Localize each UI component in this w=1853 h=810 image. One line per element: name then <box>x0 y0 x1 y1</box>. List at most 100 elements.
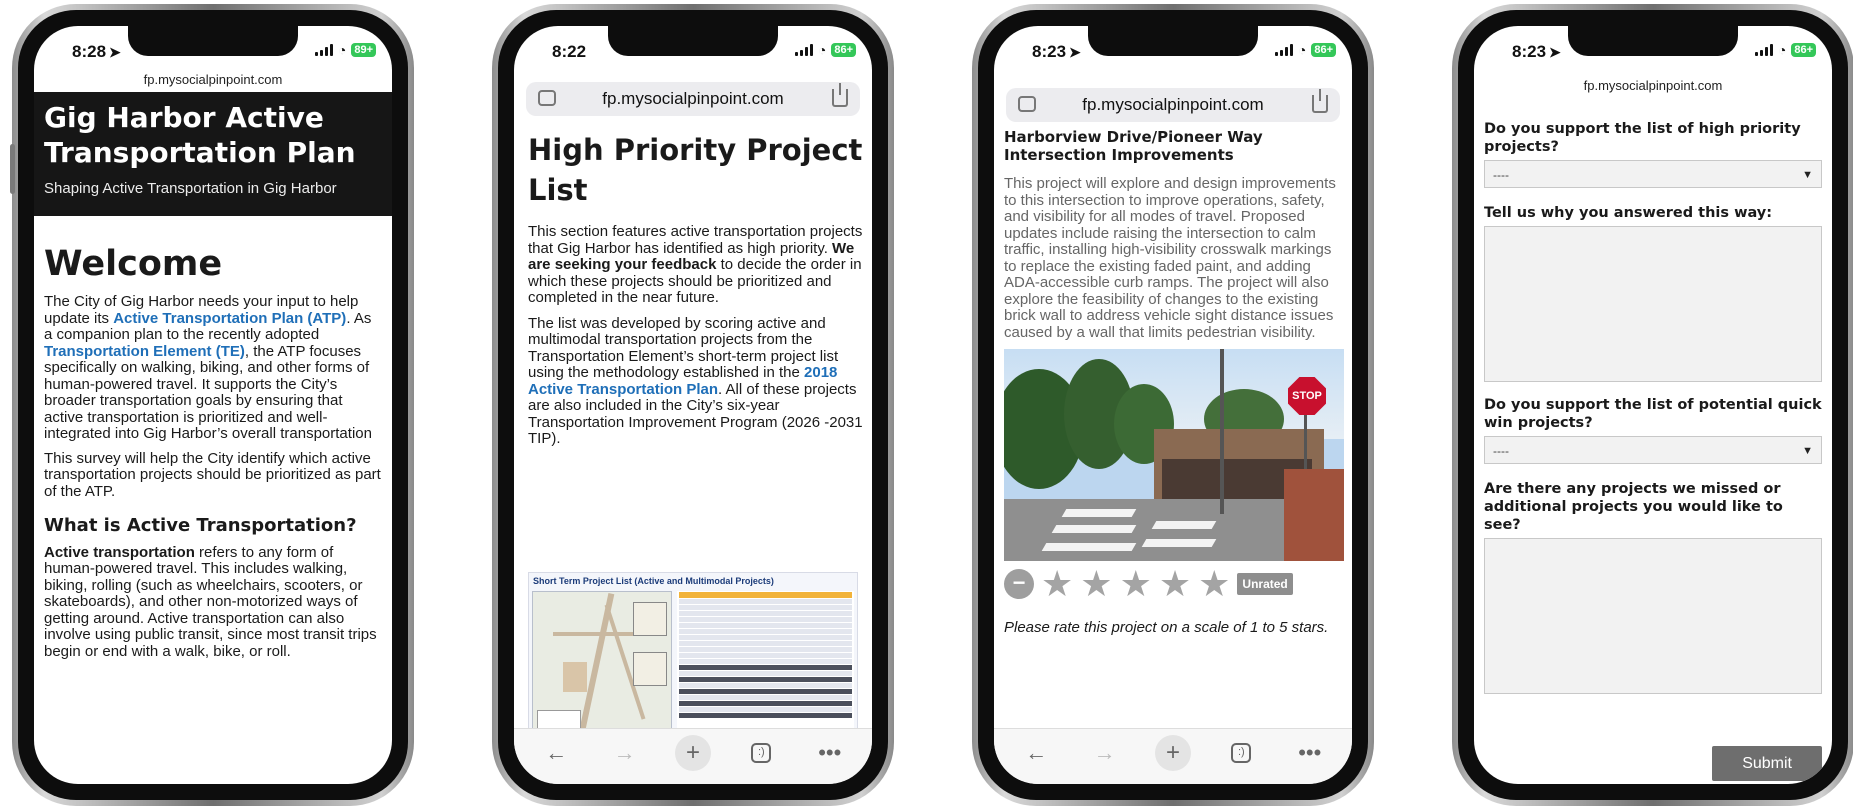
status-icons: ◔ 86+ <box>1754 42 1816 58</box>
status-icons: ◔ 86+ <box>1274 43 1336 57</box>
intro-text-a: This section features active transportat… <box>528 223 863 257</box>
new-tab-icon[interactable]: + <box>674 734 711 771</box>
phone-bezel: 8:28 ➤ ◔ 89+ fp.mysocialpinpoint.com Gig … <box>18 10 408 800</box>
definition-term: Active transportation <box>44 543 195 561</box>
status-time: 8:28 ➤ <box>72 42 121 61</box>
question-3-select[interactable]: ---- ▼ <box>1484 436 1822 464</box>
phone-screen-4: 8:23 ➤ ◔ 86+ fp.mysocialpinpoint.com Do y… <box>1474 26 1832 784</box>
te-link[interactable]: Transportation Element (TE) <box>44 343 245 360</box>
battery-icon: 86+ <box>831 43 856 57</box>
star-3-icon[interactable]: ★ <box>1120 566 1152 602</box>
signal-icon <box>314 44 333 56</box>
question-1-select[interactable]: ---- ▼ <box>1484 160 1822 188</box>
welcome-content: Welcome The City of Gig Harbor needs you… <box>44 244 382 668</box>
status-icons: ◔ 86+ <box>794 43 856 57</box>
project-list-figure[interactable]: Short Term Project List (Active and Mult… <box>528 572 858 742</box>
page-title: High Priority Project List <box>528 133 863 207</box>
location-arrow-icon: ➤ <box>1549 44 1561 60</box>
project-description: This project will explore and design imp… <box>1004 175 1336 341</box>
site-title: Gig Harbor Active Transportation Plan <box>44 101 356 169</box>
share-icon[interactable] <box>1312 89 1328 113</box>
intro-paragraph: The City of Gig Harbor needs your input … <box>44 293 382 443</box>
clear-rating-button[interactable]: − <box>1004 569 1034 599</box>
project-map <box>532 591 672 740</box>
status-time: 8:23 ➤ <box>1032 42 1081 61</box>
phone-bezel: 8:23 ➤ ◔ 86+ fp.mysocialpinpoint.com Harb… <box>978 10 1368 800</box>
status-bar: 8:22 ◔ 86+ <box>514 26 872 72</box>
question-3-label: Do you support the list of potential qui… <box>1484 397 1822 431</box>
address-bar[interactable]: fp.mysocialpinpoint.com <box>1006 88 1340 122</box>
phone-bezel: 8:22 ◔ 86+ fp.mysocialpinpoint.com High … <box>498 10 888 800</box>
forward-icon[interactable]: → <box>607 735 643 771</box>
rating-status-badge: Unrated <box>1237 572 1293 596</box>
more-icon[interactable]: ••• <box>812 735 848 771</box>
url-label[interactable]: fp.mysocialpinpoint.com <box>34 72 392 87</box>
location-arrow-icon: ➤ <box>1069 44 1081 60</box>
battery-icon: 86+ <box>1791 43 1816 57</box>
figure-title: Short Term Project List (Active and Mult… <box>533 576 774 586</box>
phone-frame-1: 8:28 ➤ ◔ 89+ fp.mysocialpinpoint.com Gig … <box>10 4 414 806</box>
notch <box>1088 26 1258 56</box>
notch <box>608 26 778 56</box>
star-4-icon[interactable]: ★ <box>1159 566 1191 602</box>
tabs-icon[interactable]: :) <box>743 735 779 771</box>
question-2-label: Tell us why you answered this way: <box>1484 205 1773 221</box>
method-paragraph: The list was developed by scoring active… <box>528 314 864 448</box>
battery-icon: 89+ <box>351 43 376 57</box>
back-icon[interactable]: ← <box>1018 735 1054 771</box>
page-settings-icon[interactable] <box>538 90 556 106</box>
tabs-label: :) <box>1231 742 1252 763</box>
phone-frame-2: 8:22 ◔ 86+ fp.mysocialpinpoint.com High … <box>492 4 894 806</box>
question-1-label: Do you support the list of high priority… <box>1484 121 1801 155</box>
status-time: 8:22 <box>552 42 587 61</box>
definition-paragraph: Active transportation refers to any form… <box>44 543 382 661</box>
project-detail: Harborview Drive/Pioneer Way Intersectio… <box>1004 128 1344 636</box>
address-bar[interactable]: fp.mysocialpinpoint.com <box>526 82 860 116</box>
welcome-heading: Welcome <box>44 244 223 284</box>
section-heading: What is Active Transportation? <box>44 515 357 536</box>
status-time: 8:23 ➤ <box>1512 42 1561 61</box>
site-header: Gig Harbor Active Transportation Plan Sh… <box>34 92 392 216</box>
star-1-icon[interactable]: ★ <box>1041 566 1073 602</box>
project-table <box>677 591 854 739</box>
question-4-textarea[interactable] <box>1484 538 1822 694</box>
share-icon[interactable] <box>832 83 848 107</box>
intro-paragraph: This section features active transportat… <box>528 223 864 307</box>
phone-frame-4: 8:23 ➤ ◔ 86+ fp.mysocialpinpoint.com Do y… <box>1452 4 1853 806</box>
location-arrow-icon: ➤ <box>109 44 121 60</box>
browser-toolbar: ← → + :) ••• <box>514 728 872 784</box>
status-bar: 8:23 ➤ ◔ 86+ <box>1474 26 1832 72</box>
atp-link[interactable]: Active Transportation Plan (ATP) <box>113 310 346 327</box>
forward-icon[interactable]: → <box>1087 735 1123 771</box>
url-text[interactable]: fp.mysocialpinpoint.com <box>602 89 783 109</box>
site-subtitle: Shaping Active Transportation in Gig Har… <box>44 180 337 197</box>
star-2-icon[interactable]: ★ <box>1080 566 1112 602</box>
battery-icon: 86+ <box>1311 43 1336 57</box>
phone-bezel: 8:23 ➤ ◔ 86+ fp.mysocialpinpoint.com Do y… <box>1458 10 1848 800</box>
project-title: Harborview Drive/Pioneer Way Intersectio… <box>1004 128 1263 164</box>
new-tab-icon[interactable]: + <box>1154 734 1191 771</box>
method-text-a: The list was developed by scoring active… <box>528 314 839 381</box>
phone-screen-3: 8:23 ➤ ◔ 86+ fp.mysocialpinpoint.com Harb… <box>994 26 1352 784</box>
survey-paragraph: This survey will help the City identify … <box>44 449 381 500</box>
question-2-textarea[interactable] <box>1484 226 1822 382</box>
status-icons: ◔ 89+ <box>314 43 376 57</box>
page-settings-icon[interactable] <box>1018 96 1036 112</box>
phone-frame-3: 8:23 ➤ ◔ 86+ fp.mysocialpinpoint.com Harb… <box>972 4 1374 806</box>
more-icon[interactable]: ••• <box>1292 735 1328 771</box>
url-label[interactable]: fp.mysocialpinpoint.com <box>1474 78 1832 93</box>
chevron-down-icon: ▼ <box>1802 445 1813 457</box>
tabs-label: :) <box>751 742 772 763</box>
star-rating: − ★ ★ ★ ★ ★ Unrated <box>1004 566 1344 602</box>
back-icon[interactable]: ← <box>538 735 574 771</box>
status-bar: 8:28 ➤ ◔ 89+ <box>34 26 392 72</box>
wifi-icon: ◔ <box>1777 42 1787 58</box>
select-value: ---- <box>1493 168 1509 182</box>
tabs-icon[interactable]: :) <box>1223 735 1259 771</box>
rating-hint: Please rate this project on a scale of 1… <box>1004 619 1329 636</box>
url-text[interactable]: fp.mysocialpinpoint.com <box>1082 95 1263 115</box>
star-5-icon[interactable]: ★ <box>1198 566 1230 602</box>
submit-button[interactable]: Submit <box>1712 746 1822 781</box>
signal-icon <box>1754 44 1773 56</box>
status-bar: 8:23 ➤ ◔ 86+ <box>994 26 1352 72</box>
